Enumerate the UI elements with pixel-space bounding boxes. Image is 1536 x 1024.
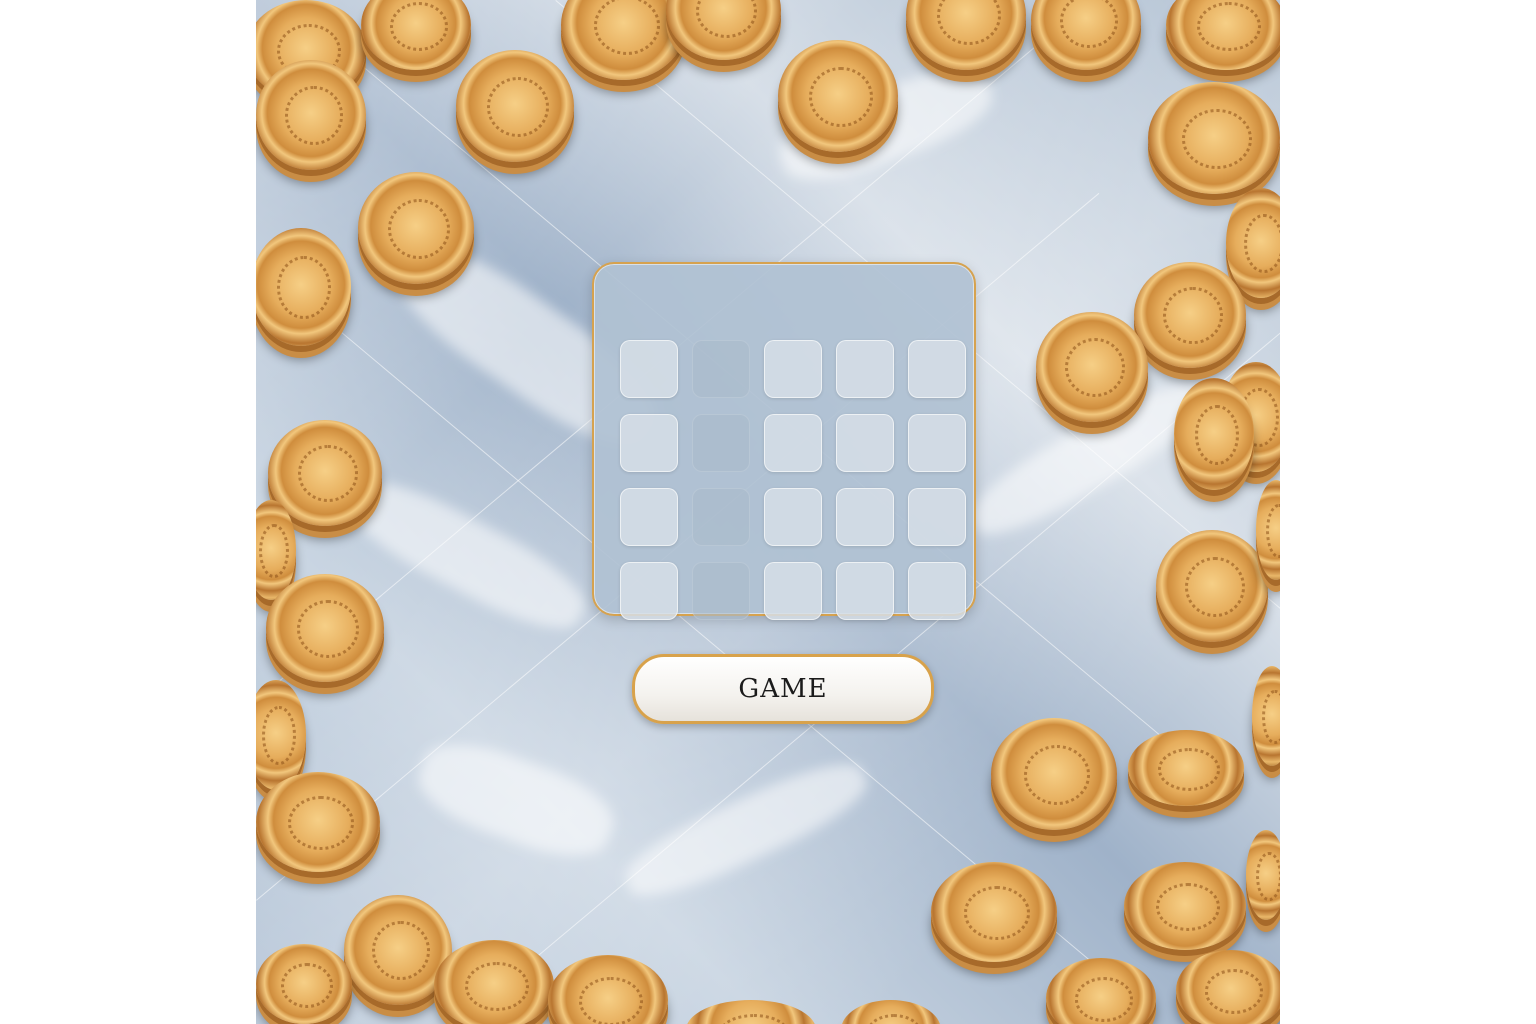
grid-tile[interactable] bbox=[836, 414, 894, 472]
gold-coin-icon bbox=[361, 0, 471, 70]
gold-coin-icon bbox=[266, 574, 384, 682]
gold-coin-icon bbox=[1156, 530, 1268, 642]
grid-tile[interactable] bbox=[764, 340, 822, 398]
gold-coin-icon bbox=[1046, 958, 1156, 1024]
game-start-button[interactable]: GAME bbox=[632, 654, 934, 724]
grid-tile[interactable] bbox=[836, 340, 894, 398]
gold-coin-icon bbox=[931, 862, 1057, 962]
grid-tile[interactable] bbox=[620, 562, 678, 620]
grid-tile[interactable] bbox=[908, 414, 966, 472]
grid-tile[interactable] bbox=[764, 488, 822, 546]
gold-coin-icon bbox=[1174, 378, 1254, 490]
gold-coin-icon bbox=[358, 172, 474, 284]
gold-coin-icon bbox=[686, 1000, 816, 1024]
game-scene: GAME bbox=[256, 0, 1280, 1024]
gold-coin-icon bbox=[1176, 950, 1280, 1024]
gold-coin-icon bbox=[1124, 862, 1246, 950]
grid-tile[interactable] bbox=[908, 562, 966, 620]
empty-grid-cell bbox=[692, 414, 750, 472]
empty-grid-cell bbox=[692, 488, 750, 546]
grid-tile[interactable] bbox=[764, 414, 822, 472]
gold-coin-icon bbox=[434, 940, 554, 1024]
grid-tile[interactable] bbox=[764, 562, 822, 620]
empty-grid-cell bbox=[692, 340, 750, 398]
grid-tile[interactable] bbox=[620, 488, 678, 546]
game-board bbox=[592, 262, 976, 620]
gold-coin-icon bbox=[1128, 730, 1244, 806]
gold-coin-icon bbox=[1134, 262, 1246, 368]
gold-coin-icon bbox=[256, 772, 380, 872]
gold-coin-icon bbox=[1036, 312, 1148, 422]
gold-coin-icon bbox=[1148, 82, 1280, 194]
gold-coin-icon bbox=[256, 60, 366, 170]
empty-grid-cell bbox=[692, 562, 750, 620]
marble-vein bbox=[408, 728, 624, 872]
gold-coin-icon bbox=[841, 1000, 941, 1024]
grid-tile[interactable] bbox=[620, 414, 678, 472]
grid-tile[interactable] bbox=[908, 340, 966, 398]
grid-tile[interactable] bbox=[908, 488, 966, 546]
gold-coin-icon bbox=[456, 50, 574, 162]
gold-coin-icon bbox=[991, 718, 1117, 830]
gold-coin-icon bbox=[778, 40, 898, 152]
gold-coin-icon bbox=[906, 0, 1026, 70]
gold-coin-icon bbox=[548, 955, 668, 1024]
gold-coin-icon bbox=[1246, 830, 1280, 920]
gold-coin-icon bbox=[256, 944, 352, 1024]
grid-tile[interactable] bbox=[620, 340, 678, 398]
gold-coin-icon bbox=[666, 0, 781, 60]
gold-coin-icon bbox=[1166, 0, 1280, 70]
grid-tile[interactable] bbox=[836, 562, 894, 620]
gold-coin-icon bbox=[1252, 666, 1280, 766]
marble-vein bbox=[615, 747, 877, 913]
game-start-button-label: GAME bbox=[738, 674, 828, 704]
grid-tile[interactable] bbox=[836, 488, 894, 546]
gold-coin-icon bbox=[1031, 0, 1141, 70]
